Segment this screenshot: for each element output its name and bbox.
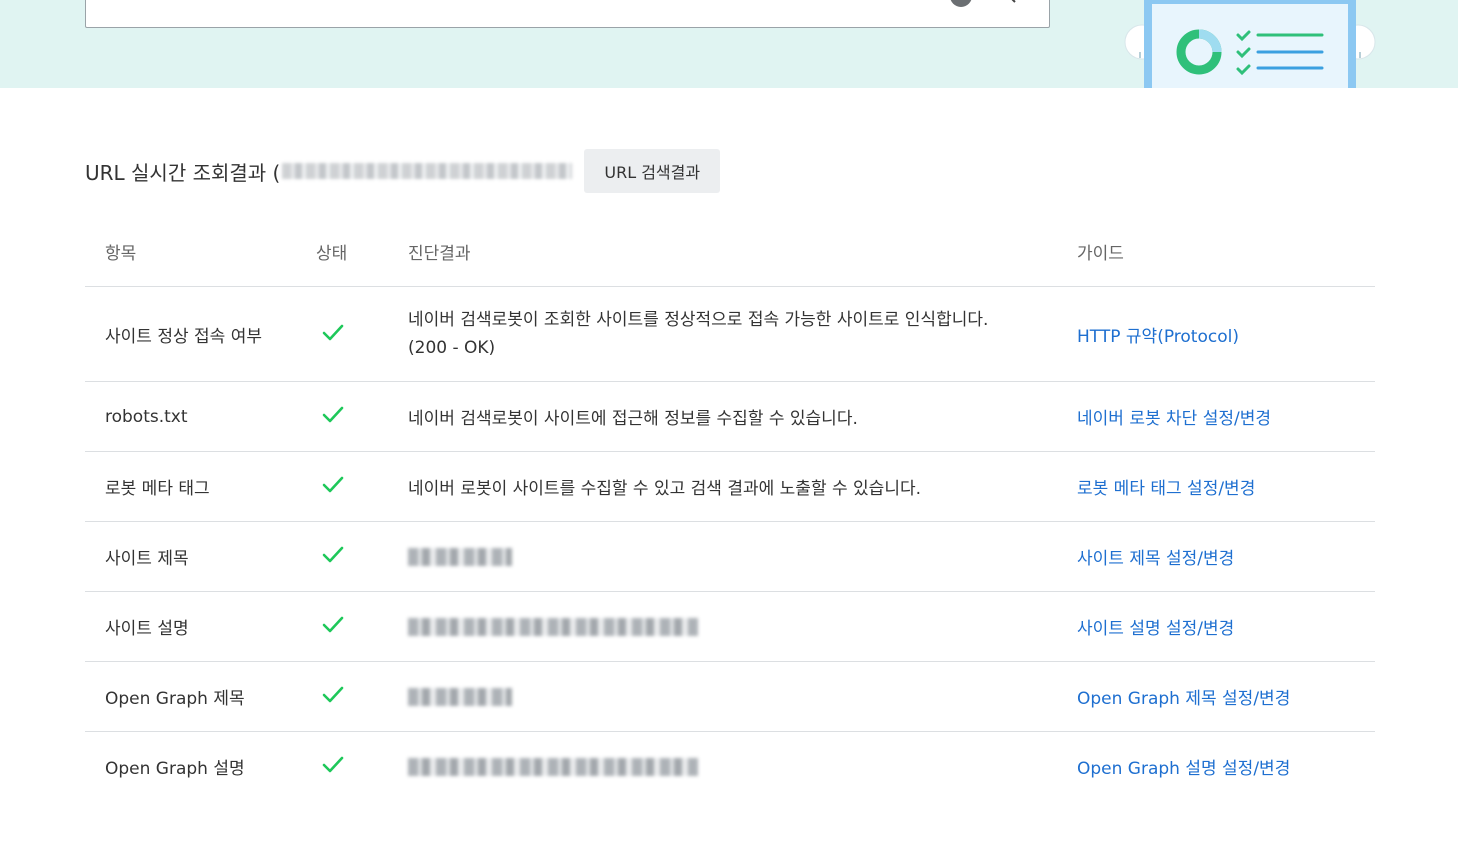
row-item: 로봇 메타 태그 bbox=[85, 451, 316, 522]
table-row: Open Graph 설명 Open Graph 설명 설정/변경 bbox=[85, 732, 1375, 802]
guide-link-site-description[interactable]: 사이트 설명 설정/변경 bbox=[1077, 619, 1234, 639]
result-text: 네이버 검색로봇이 조회한 사이트를 정상적으로 접속 가능한 사이트로 인식합… bbox=[408, 310, 989, 330]
header-guide: 가이드 bbox=[1077, 216, 1375, 287]
clear-icon[interactable] bbox=[950, 0, 972, 7]
check-icon bbox=[322, 616, 344, 633]
row-result bbox=[408, 661, 1077, 732]
row-guide: Open Graph 제목 설정/변경 bbox=[1077, 661, 1375, 732]
row-status bbox=[316, 591, 408, 662]
table-row: Open Graph 제목 Open Graph 제목 설정/변경 bbox=[85, 661, 1375, 732]
search-box[interactable] bbox=[85, 0, 1050, 28]
result-header: URL 실시간 조회결과 ( URL 검색결과 bbox=[85, 148, 721, 194]
table-row: 사이트 정상 접속 여부 네이버 검색로봇이 조회한 사이트를 정상적으로 접속… bbox=[85, 286, 1375, 382]
row-guide: 사이트 제목 설정/변경 bbox=[1077, 521, 1375, 592]
check-icon bbox=[322, 546, 344, 563]
search-input[interactable] bbox=[114, 0, 914, 9]
row-item: 사이트 정상 접속 여부 bbox=[85, 286, 316, 382]
check-icon bbox=[322, 686, 344, 703]
url-search-result-button[interactable]: URL 검색결과 bbox=[584, 149, 721, 193]
row-result: 네이버 검색로봇이 조회한 사이트를 정상적으로 접속 가능한 사이트로 인식합… bbox=[408, 286, 1077, 382]
table-row: 사이트 제목 사이트 제목 설정/변경 bbox=[85, 521, 1375, 592]
guide-link-site-title[interactable]: 사이트 제목 설정/변경 bbox=[1077, 549, 1234, 569]
diagnosis-table: 항목 상태 진단결과 가이드 사이트 정상 접속 여부 네이버 검색로봇이 조회… bbox=[85, 216, 1375, 802]
row-status bbox=[316, 286, 408, 382]
check-icon bbox=[322, 406, 344, 423]
guide-link-http[interactable]: HTTP 규약(Protocol) bbox=[1077, 327, 1239, 347]
row-status bbox=[316, 661, 408, 732]
row-status bbox=[316, 732, 408, 802]
row-item: robots.txt bbox=[85, 381, 316, 452]
table-header-row: 항목 상태 진단결과 가이드 bbox=[85, 216, 1375, 287]
row-item: Open Graph 설명 bbox=[105, 759, 245, 780]
page-title: URL 실시간 조회결과 ( bbox=[85, 160, 281, 185]
check-icon bbox=[322, 324, 344, 340]
row-guide: HTTP 규약(Protocol) bbox=[1077, 286, 1375, 382]
row-result: 네이버 로봇이 사이트를 수집할 수 있고 검색 결과에 노출할 수 있습니다. bbox=[408, 451, 1077, 522]
table-row: 로봇 메타 태그 네이버 로봇이 사이트를 수집할 수 있고 검색 결과에 노출… bbox=[85, 451, 1375, 522]
row-result: 네이버 검색로봇이 사이트에 접근해 정보를 수집할 수 있습니다. bbox=[408, 381, 1077, 452]
blurred-site-description bbox=[408, 617, 698, 636]
row-guide: 사이트 설명 설정/변경 bbox=[1077, 591, 1375, 662]
result-status-code: (200 - OK) bbox=[408, 338, 496, 358]
blurred-site-title bbox=[408, 547, 512, 566]
guide-link-robots[interactable]: 네이버 로봇 차단 설정/변경 bbox=[1077, 409, 1271, 429]
guide-link-og-description[interactable]: Open Graph 설명 설정/변경 bbox=[1077, 759, 1290, 779]
blurred-url bbox=[282, 163, 573, 179]
header-item: 항목 bbox=[85, 216, 316, 287]
table-row: 사이트 설명 사이트 설명 설정/변경 bbox=[85, 591, 1375, 662]
row-result bbox=[408, 732, 1077, 802]
check-icon bbox=[322, 756, 344, 773]
check-icon bbox=[322, 476, 344, 493]
guide-link-og-title[interactable]: Open Graph 제목 설정/변경 bbox=[1077, 689, 1290, 709]
blurred-og-title bbox=[408, 687, 512, 706]
row-guide: 네이버 로봇 차단 설정/변경 bbox=[1077, 381, 1375, 452]
header-status: 상태 bbox=[316, 216, 408, 287]
row-item: 사이트 제목 bbox=[85, 521, 316, 592]
header-result: 진단결과 bbox=[408, 216, 1077, 287]
row-guide: Open Graph 설명 설정/변경 bbox=[1077, 732, 1375, 802]
guide-link-robot-meta[interactable]: 로봇 메타 태그 설정/변경 bbox=[1077, 479, 1255, 499]
row-status bbox=[316, 521, 408, 592]
blurred-og-description bbox=[408, 757, 698, 776]
row-result bbox=[408, 521, 1077, 592]
table-row: robots.txt 네이버 검색로봇이 사이트에 접근해 정보를 수집할 수 … bbox=[85, 381, 1375, 452]
search-icon[interactable] bbox=[996, 0, 1018, 5]
row-status bbox=[316, 451, 408, 522]
row-guide: 로봇 메타 태그 설정/변경 bbox=[1077, 451, 1375, 522]
row-item: 사이트 설명 bbox=[85, 591, 316, 662]
row-status bbox=[316, 381, 408, 452]
row-item: Open Graph 제목 bbox=[85, 661, 316, 732]
row-result bbox=[408, 591, 1077, 662]
hero-banner bbox=[0, 0, 1458, 88]
report-illustration bbox=[1124, 0, 1376, 88]
